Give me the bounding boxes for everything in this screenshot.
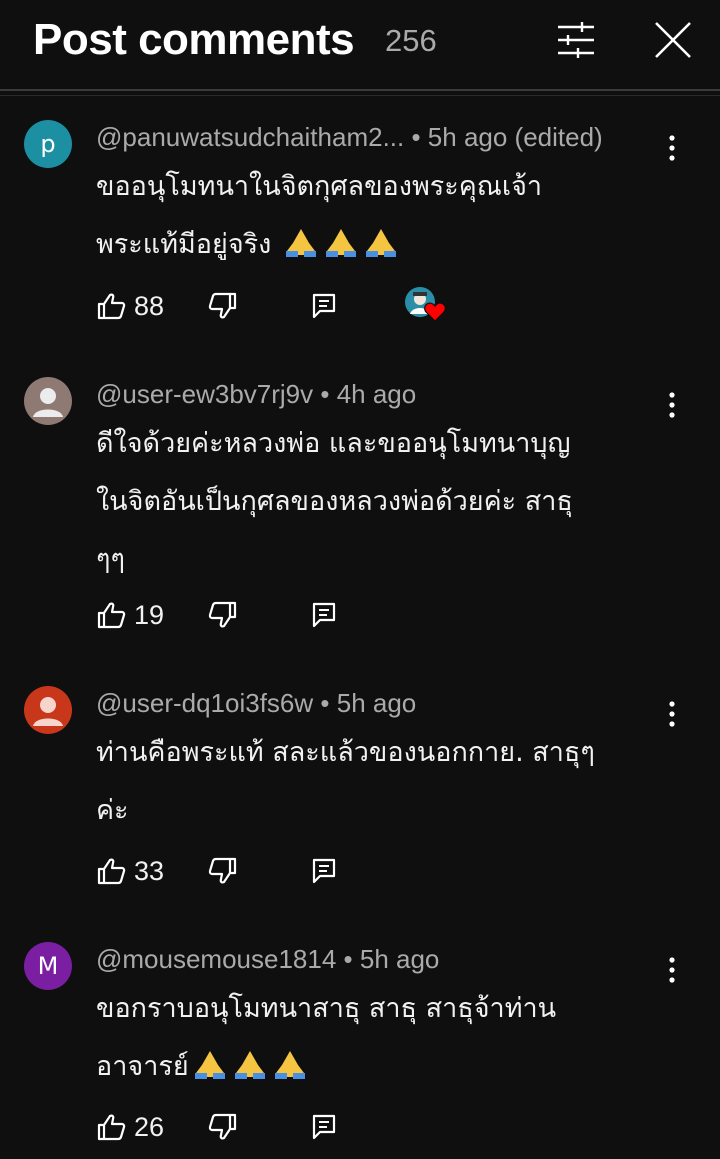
comment-item: p @panuwatsudchaitham2... • 5h ago (edit… xyxy=(0,120,720,340)
comment-text: ขอกราบอนุโมทนาสาธุ สาธุ สาธุจ้าท่าน อาจา… xyxy=(96,980,656,1096)
folded-hands-emoji-icon xyxy=(365,229,396,257)
creator-heart-badge xyxy=(404,286,448,326)
thumbs-down-icon xyxy=(208,601,237,628)
more-vertical-icon xyxy=(669,701,675,727)
comment-author[interactable]: @panuwatsudchaitham2... xyxy=(96,122,404,152)
avatar-letter: p xyxy=(40,130,56,158)
thumbs-down-icon xyxy=(208,857,237,884)
thumbs-up-icon xyxy=(97,858,126,885)
reply-comment-icon xyxy=(312,293,336,319)
dislike-button[interactable] xyxy=(208,1107,238,1147)
folded-hands-emoji-icon xyxy=(234,1051,265,1079)
thumbs-up-icon xyxy=(97,602,126,629)
more-options-button[interactable] xyxy=(656,950,688,990)
comment-time: • 4h ago xyxy=(320,379,417,409)
more-vertical-icon xyxy=(669,957,675,983)
default-avatar-icon xyxy=(33,697,63,726)
comment-author[interactable]: @user-dq1oi3fs6w xyxy=(96,688,313,718)
folded-hands-emoji-icon xyxy=(285,229,316,257)
comment-count: 256 xyxy=(385,23,437,58)
avatar[interactable] xyxy=(24,377,72,425)
comment-line: ๆๆ xyxy=(96,544,126,575)
comment-meta: @mousemouse1814 • 5h ago xyxy=(96,942,439,976)
dislike-button[interactable] xyxy=(208,286,238,326)
thumbs-up-icon xyxy=(97,1114,126,1141)
comment-actions: 33 xyxy=(96,851,656,891)
default-avatar-icon xyxy=(33,388,63,417)
comment-line: ขออนุโมทนาในจิตกุศลของพระคุณเจ้า xyxy=(96,171,543,202)
folded-hands-emoji-icon xyxy=(194,1051,225,1079)
comment-item: M @mousemouse1814 • 5h ago ขอกราบอนุโมทน… xyxy=(0,942,720,1152)
comment-text: ดีใจด้วยค่ะหลวงพ่อ และขออนุโมทนาบุญ ในจิ… xyxy=(96,415,656,589)
comment-item: @user-ew3bv7rj9v • 4h ago ดีใจด้วยค่ะหลว… xyxy=(0,377,720,637)
comment-line: อาจารย์ xyxy=(96,1051,189,1082)
thumbs-up-icon xyxy=(97,293,126,320)
comment-meta: @panuwatsudchaitham2... • 5h ago (edited… xyxy=(96,120,603,154)
more-options-button[interactable] xyxy=(656,694,688,734)
avatar[interactable] xyxy=(24,686,72,734)
avatar-letter: M xyxy=(37,952,59,980)
comment-line: ค่ะ xyxy=(96,795,129,826)
comment-line: ขอกราบอนุโมทนาสาธุ สาธุ สาธุจ้าท่าน xyxy=(96,993,557,1024)
like-count: 19 xyxy=(134,599,165,630)
comment-text: ท่านคือพระแท้ สละแล้วของนอกกาย. สาธุๆ ค่… xyxy=(96,724,656,840)
more-options-button[interactable] xyxy=(656,128,688,168)
like-button[interactable]: 26 xyxy=(96,1107,164,1147)
close-button[interactable] xyxy=(651,18,695,62)
comment-line: ดีใจด้วยค่ะหลวงพ่อ และขออนุโมทนาบุญ xyxy=(96,428,571,459)
folded-hands-emoji-icon xyxy=(325,229,356,257)
comment-line-with-emoji: พระแท้มีอยู่จริง xyxy=(96,216,656,274)
more-vertical-icon xyxy=(669,135,675,161)
like-button[interactable]: 19 xyxy=(96,595,164,635)
comment-item: @user-dq1oi3fs6w • 5h ago ท่านคือพระแท้ … xyxy=(0,686,720,896)
heart-icon xyxy=(424,302,446,322)
reply-comment-icon xyxy=(312,1114,336,1140)
folded-hands-emoji-icon xyxy=(274,1051,305,1079)
like-button[interactable]: 88 xyxy=(96,286,164,326)
header-divider-secondary xyxy=(0,95,720,96)
reply-button[interactable] xyxy=(312,851,336,891)
comment-line-with-emoji: อาจารย์ xyxy=(96,1038,656,1096)
comment-author[interactable]: @user-ew3bv7rj9v xyxy=(96,379,313,409)
comment-time: • 5h ago xyxy=(343,944,440,974)
comments-header: Post comments 256 xyxy=(0,0,720,88)
comment-line: ในจิตอันเป็นกุศลของหลวงพ่อด้วยค่ะ สาธุ xyxy=(96,486,573,517)
thumbs-down-icon xyxy=(208,1113,237,1140)
reply-button[interactable] xyxy=(312,286,336,326)
reply-button[interactable] xyxy=(312,595,336,635)
comment-actions: 26 xyxy=(96,1107,656,1147)
like-button[interactable]: 33 xyxy=(96,851,164,891)
avatar[interactable]: p xyxy=(24,120,72,168)
comment-meta: @user-ew3bv7rj9v • 4h ago xyxy=(96,377,416,411)
like-count: 88 xyxy=(134,290,165,321)
comment-line: ท่านคือพระแท้ สละแล้วของนอกกาย. สาธุๆ xyxy=(96,737,595,768)
comment-line: พระแท้มีอยู่จริง xyxy=(96,229,272,260)
page-title: Post comments xyxy=(33,15,355,64)
comment-author[interactable]: @mousemouse1814 xyxy=(96,944,336,974)
header-divider xyxy=(0,89,720,91)
like-count: 26 xyxy=(134,1111,165,1142)
dislike-button[interactable] xyxy=(208,851,238,891)
comment-time: • 5h ago xyxy=(320,688,417,718)
reply-button[interactable] xyxy=(312,1107,336,1147)
avatar[interactable]: M xyxy=(24,942,72,990)
comment-actions: 88 xyxy=(96,286,656,326)
thumbs-down-icon xyxy=(208,292,237,319)
more-vertical-icon xyxy=(669,392,675,418)
reply-comment-icon xyxy=(312,858,336,884)
comment-meta: @user-dq1oi3fs6w • 5h ago xyxy=(96,686,416,720)
reply-comment-icon xyxy=(312,602,336,628)
filter-button[interactable] xyxy=(554,18,598,62)
comment-text: ขออนุโมทนาในจิตกุศลของพระคุณเจ้า พระแท้ม… xyxy=(96,158,656,274)
comment-time: • 5h ago (edited) xyxy=(411,122,603,152)
dislike-button[interactable] xyxy=(208,595,238,635)
close-icon xyxy=(655,22,691,58)
sliders-icon xyxy=(558,22,594,58)
like-count: 33 xyxy=(134,855,165,886)
comment-actions: 19 xyxy=(96,595,656,635)
more-options-button[interactable] xyxy=(656,385,688,425)
